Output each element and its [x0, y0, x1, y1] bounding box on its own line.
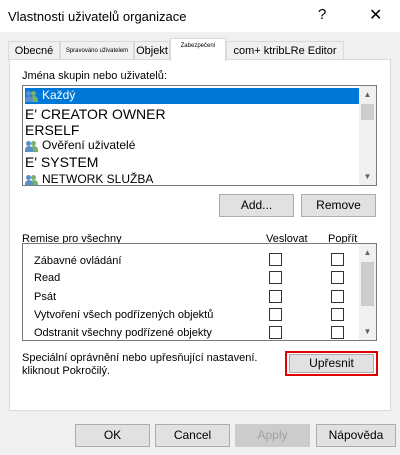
scroll-up-icon[interactable]: ▲ — [359, 244, 376, 261]
advanced-note: Speciální oprávnění nebo upřesňující nas… — [22, 352, 258, 377]
help-icon[interactable]: ? — [318, 6, 326, 23]
permission-row-label: Odstranit všechny podřízené objekty — [34, 327, 212, 339]
tab-general[interactable]: Obecné — [8, 41, 60, 60]
permission-row-label: Vytvoření všech podřízených objektů — [34, 309, 214, 321]
list-item[interactable]: Ověření uživatelé — [25, 138, 135, 154]
tab-strip: Obecné Spravováno uživatelem Objekt Zabe… — [6, 38, 394, 61]
tab-attribute-editor[interactable]: com+ ktribLRe Editor — [226, 41, 344, 60]
tab-security[interactable]: Zabezpečení — [170, 38, 226, 61]
deny-checkbox[interactable] — [331, 290, 344, 303]
tab-object[interactable]: Objekt — [134, 41, 170, 60]
deny-checkbox[interactable] — [331, 308, 344, 321]
scroll-down-icon[interactable]: ▼ — [359, 323, 376, 340]
groups-label: Jména skupin nebo uživatelů: — [22, 70, 167, 82]
users-icon — [25, 90, 40, 102]
users-icon — [25, 140, 40, 152]
permission-row-label: Read — [34, 272, 61, 284]
list-item[interactable]: Každý — [25, 88, 359, 104]
permissions-scrollbar[interactable]: ▲ ▼ — [359, 244, 376, 340]
title-bar: Vlastnosti uživatelů organizace ? ✕ — [0, 0, 400, 32]
users-icon — [25, 174, 40, 185]
close-icon[interactable]: ✕ — [369, 5, 382, 25]
permission-row-label: Psát — [34, 291, 57, 303]
allow-checkbox[interactable] — [269, 271, 282, 284]
help-button[interactable]: Nápověda — [316, 424, 396, 447]
window-title: Vlastnosti uživatelů organizace — [8, 9, 187, 24]
cancel-button[interactable]: Cancel — [155, 424, 230, 447]
tab-managed-by[interactable]: Spravováno uživatelem — [60, 41, 134, 60]
scroll-thumb[interactable] — [361, 262, 374, 306]
deny-checkbox[interactable] — [331, 271, 344, 284]
deny-checkbox[interactable] — [331, 326, 344, 339]
scroll-thumb[interactable] — [361, 104, 374, 120]
groups-listbox[interactable]: Každý E' CREATOR OWNER ERSELF Ověření už… — [22, 85, 377, 186]
groups-scrollbar[interactable]: ▲ ▼ — [359, 86, 376, 185]
permissions-list[interactable]: Zábavné ovládání Read Psát Vytvoření vše… — [22, 243, 377, 341]
allow-checkbox[interactable] — [269, 290, 282, 303]
scroll-up-icon[interactable]: ▲ — [359, 86, 376, 103]
list-item[interactable]: NETWORK SLUŽBA — [25, 172, 153, 185]
deny-checkbox[interactable] — [331, 253, 344, 266]
list-item[interactable]: ERSELF — [25, 122, 79, 138]
list-item[interactable]: E' CREATOR OWNER — [25, 106, 166, 122]
permission-row-label: Zábavné ovládání — [34, 255, 122, 267]
list-item[interactable]: E' SYSTEM — [25, 154, 98, 170]
advanced-button[interactable]: Upřesnit — [289, 354, 374, 373]
allow-checkbox[interactable] — [269, 326, 282, 339]
add-button[interactable]: Add... — [219, 194, 294, 217]
scroll-down-icon[interactable]: ▼ — [359, 168, 376, 185]
allow-checkbox[interactable] — [269, 253, 282, 266]
apply-button[interactable]: Apply — [235, 424, 310, 447]
allow-checkbox[interactable] — [269, 308, 282, 321]
remove-button[interactable]: Remove — [301, 194, 376, 217]
ok-button[interactable]: OK — [75, 424, 150, 447]
